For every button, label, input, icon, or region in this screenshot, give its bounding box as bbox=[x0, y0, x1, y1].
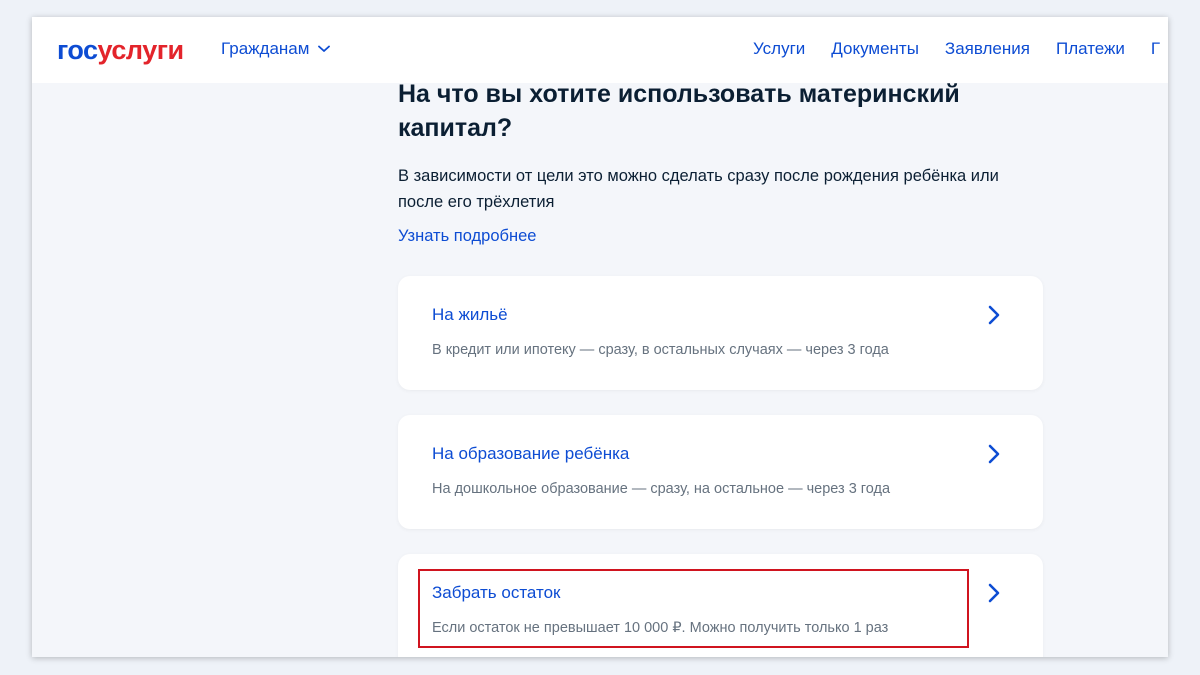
card-title: На образование ребёнка bbox=[432, 444, 630, 463]
nav-documents[interactable]: Документы bbox=[831, 39, 919, 59]
chevron-down-icon bbox=[318, 45, 331, 52]
nav-payments[interactable]: Платежи bbox=[1056, 39, 1125, 59]
site-header: госуслуги Гражданам Услуги Документы Зая… bbox=[32, 17, 1168, 83]
option-card-remainder[interactable]: Забрать остаток Если остаток не превышае… bbox=[398, 554, 1043, 657]
browser-frame: госуслуги Гражданам Услуги Документы Зая… bbox=[32, 17, 1168, 657]
logo-part-uslugi: услуги bbox=[97, 35, 185, 65]
nav-more[interactable]: Г bbox=[1151, 39, 1160, 59]
main-nav: Услуги Документы Заявления Платежи Г bbox=[753, 39, 1168, 59]
page-description: В зависимости от цели это можно сделать … bbox=[398, 167, 999, 211]
card-subtitle: Если остаток не превышает 10 000 ₽. Можн… bbox=[432, 620, 889, 636]
page-title: На что вы хотите использовать матерински… bbox=[398, 80, 960, 142]
gosuslugi-logo[interactable]: госуслуги bbox=[57, 35, 184, 65]
card-title: На жильё bbox=[432, 305, 508, 324]
nav-services[interactable]: Услуги bbox=[753, 39, 805, 59]
citizens-label: Гражданам bbox=[221, 39, 310, 58]
logo-part-gos: гос bbox=[57, 35, 98, 65]
option-card-housing[interactable]: На жильё В кредит или ипотеку — сразу, в… bbox=[398, 276, 1043, 390]
citizens-dropdown[interactable]: Гражданам bbox=[221, 39, 331, 59]
card-subtitle: На дошкольное образование — сразу, на ос… bbox=[432, 481, 891, 497]
card-subtitle: В кредит или ипотеку — сразу, в остальны… bbox=[432, 342, 889, 358]
chevron-right-icon bbox=[988, 305, 1000, 325]
learn-more-link[interactable]: Узнать подробнее bbox=[398, 225, 536, 247]
option-card-education[interactable]: На образование ребёнка На дошкольное обр… bbox=[398, 415, 1043, 529]
chevron-right-icon bbox=[988, 583, 1000, 603]
nav-applications[interactable]: Заявления bbox=[945, 39, 1030, 59]
card-title: Забрать остаток bbox=[432, 583, 561, 602]
chevron-right-icon bbox=[988, 444, 1000, 464]
